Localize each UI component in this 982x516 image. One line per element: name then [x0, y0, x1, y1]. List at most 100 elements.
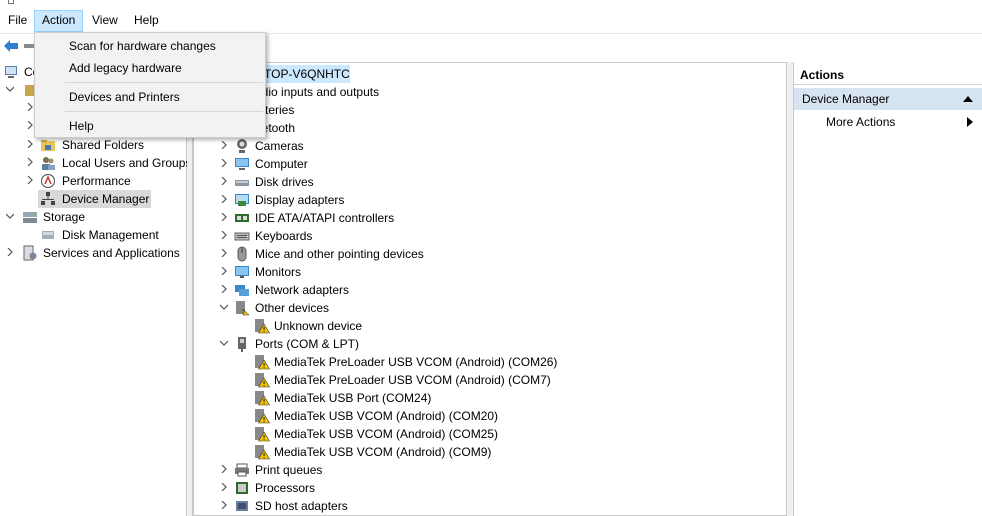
- performance-icon: [41, 174, 55, 188]
- menu-file[interactable]: File: [1, 10, 34, 32]
- chevron-down-icon[interactable]: [220, 303, 228, 311]
- chevron-right-icon[interactable]: [220, 141, 228, 149]
- warning-device-icon: [255, 409, 270, 424]
- chevron-right-icon[interactable]: [26, 158, 34, 166]
- device-category[interactable]: Network adapters: [194, 281, 784, 299]
- chevron-right-icon[interactable]: [220, 465, 228, 473]
- chevron-right-icon[interactable]: [220, 483, 228, 491]
- menu-action[interactable]: Action: [34, 10, 84, 32]
- device-category[interactable]: Cameras: [194, 137, 784, 155]
- device-label: MediaTek PreLoader USB VCOM (Android) (C…: [274, 355, 558, 369]
- svg-text:?: ?: [243, 310, 246, 316]
- actions-section-label: Device Manager: [802, 92, 890, 106]
- device-category[interactable]: udio inputs and outputs: [194, 83, 784, 101]
- device-label: IDE ATA/ATAPI controllers: [255, 211, 395, 225]
- device-category[interactable]: Keyboards: [194, 227, 784, 245]
- sd-adapter-icon: [236, 501, 248, 511]
- chevron-right-icon[interactable]: [220, 213, 228, 221]
- computer-management-icon: [5, 66, 17, 78]
- services-icon: [23, 245, 37, 261]
- tree-shared-folders[interactable]: Shared Folders: [0, 136, 187, 154]
- tree-performance[interactable]: Performance: [0, 172, 187, 190]
- warning-device-icon: [255, 319, 270, 334]
- menu-help[interactable]: Help: [127, 10, 166, 32]
- chevron-down-icon[interactable]: [6, 212, 14, 220]
- printer-icon: [235, 463, 249, 477]
- device-label: MediaTek USB VCOM (Android) (COM25): [274, 427, 499, 441]
- warning-device-icon: [255, 355, 270, 370]
- menu-add-legacy-hardware[interactable]: Add legacy hardware: [36, 57, 264, 79]
- chevron-down-icon[interactable]: [6, 85, 14, 93]
- device-item[interactable]: MediaTek USB VCOM (Android) (COM20): [194, 407, 784, 425]
- device-label: Processors: [255, 481, 316, 495]
- device-category[interactable]: SD host adapters: [194, 497, 784, 515]
- computer-icon: [235, 158, 249, 170]
- device-tree: TOP-V6QNHTC udio inputs and outputs atter…: [193, 62, 787, 516]
- tree-label: Shared Folders: [62, 138, 145, 152]
- tree-label: Services and Applications: [43, 246, 180, 260]
- device-category[interactable]: Display adapters: [194, 191, 784, 209]
- device-category[interactable]: Computer: [194, 155, 784, 173]
- chevron-down-icon[interactable]: [220, 339, 228, 347]
- device-category[interactable]: Mice and other pointing devices: [194, 245, 784, 263]
- chevron-right-icon[interactable]: [220, 249, 228, 257]
- device-category[interactable]: Processors: [194, 479, 784, 497]
- device-category[interactable]: Disk drives: [194, 173, 784, 191]
- device-item[interactable]: Unknown device: [194, 317, 784, 335]
- tree-services-apps[interactable]: Services and Applications: [0, 244, 187, 262]
- back-arrow-icon[interactable]: [3, 39, 19, 53]
- forward-arrow-icon[interactable]: [24, 44, 34, 48]
- chevron-right-icon[interactable]: [220, 195, 228, 203]
- actions-pane: Actions Device Manager More Actions: [793, 62, 982, 516]
- device-label: Network adapters: [255, 283, 350, 297]
- collapse-up-icon[interactable]: [963, 96, 973, 102]
- device-category[interactable]: ? Other devices: [194, 299, 784, 317]
- chevron-right-icon[interactable]: [26, 121, 34, 129]
- device-item[interactable]: MediaTek PreLoader USB VCOM (Android) (C…: [194, 371, 784, 389]
- camera-icon: [237, 139, 247, 153]
- device-category[interactable]: Monitors: [194, 263, 784, 281]
- tree-storage[interactable]: Storage: [0, 208, 187, 226]
- chevron-right-icon[interactable]: [220, 231, 228, 239]
- chevron-right-icon[interactable]: [220, 501, 228, 509]
- chevron-right-icon[interactable]: [6, 248, 14, 256]
- tree-local-users[interactable]: Local Users and Groups: [0, 154, 191, 172]
- chevron-right-icon[interactable]: [220, 177, 228, 185]
- port-icon: [238, 337, 246, 352]
- chevron-right-icon[interactable]: [26, 176, 34, 184]
- menu-devices-printers[interactable]: Devices and Printers: [36, 86, 264, 108]
- device-item[interactable]: MediaTek USB VCOM (Android) (COM25): [194, 425, 784, 443]
- submenu-arrow-icon: [967, 117, 973, 127]
- chevron-right-icon[interactable]: [220, 159, 228, 167]
- computer-node[interactable]: TOP-V6QNHTC: [262, 65, 350, 83]
- device-category[interactable]: IDE ATA/ATAPI controllers: [194, 209, 784, 227]
- tree-device-manager[interactable]: Device Manager: [38, 190, 151, 208]
- chevron-right-icon[interactable]: [26, 140, 34, 148]
- more-actions-item[interactable]: More Actions: [794, 112, 982, 132]
- device-label: Unknown device: [274, 319, 363, 333]
- chevron-right-icon[interactable]: [220, 267, 228, 275]
- device-label: Cameras: [255, 139, 304, 153]
- device-item[interactable]: MediaTek PreLoader USB VCOM (Android) (C…: [194, 353, 784, 371]
- device-category[interactable]: uetooth: [194, 119, 784, 137]
- device-item[interactable]: MediaTek USB Port (COM24): [194, 389, 784, 407]
- shared-folder-icon: [41, 140, 55, 151]
- menu-scan-hardware[interactable]: Scan for hardware changes: [36, 35, 264, 57]
- warning-device-icon: [255, 373, 270, 388]
- device-category[interactable]: atteries: [194, 101, 784, 119]
- chevron-right-icon[interactable]: [26, 103, 34, 111]
- actions-section-device-manager[interactable]: Device Manager: [794, 88, 982, 110]
- chevron-right-icon[interactable]: [220, 285, 228, 293]
- menu-help-item[interactable]: Help: [36, 115, 264, 137]
- title-bar: [0, 0, 982, 8]
- device-category[interactable]: Print queues: [194, 461, 784, 479]
- device-category[interactable]: Ports (COM & LPT): [194, 335, 784, 353]
- menu-view[interactable]: View: [85, 10, 125, 32]
- more-actions-label: More Actions: [826, 115, 896, 129]
- tree-label: Disk Management: [62, 228, 159, 242]
- processor-icon: [236, 482, 248, 494]
- ide-controller-icon: [235, 214, 249, 222]
- device-item[interactable]: MediaTek USB VCOM (Android) (COM9): [194, 443, 784, 461]
- tree-disk-management[interactable]: Disk Management: [0, 226, 187, 244]
- keyboard-icon: [234, 232, 250, 241]
